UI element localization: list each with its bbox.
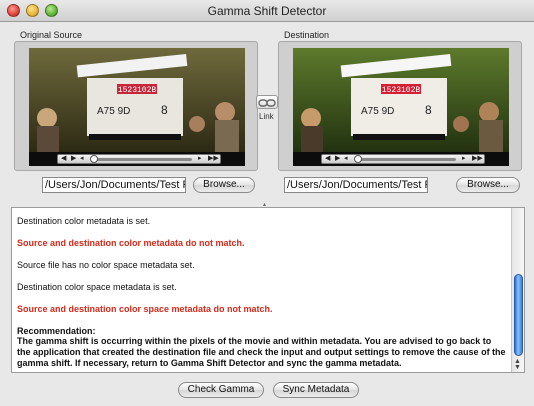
step-forward-icon[interactable]: ▸ [462,155,466,163]
results-text-area[interactable]: Destination color metadata is set. Sourc… [11,207,525,373]
result-line: Destination color metadata is set. [17,216,151,226]
fast-forward-icon[interactable]: ▶▶ [208,155,219,163]
recommendation-body: The gamma shift is occurring within the … [17,336,506,368]
scrub-knob[interactable] [90,155,98,163]
result-line: Source file has no color space metadata … [17,260,195,270]
results-content: Destination color metadata is set. Sourc… [17,216,507,369]
source-video-frame: 1523102B A75 9D 8 [29,48,245,152]
clapper-take: 8 [425,103,432,117]
source-panel: 1523102B A75 9D 8 ◀︎ ▶ ◂ ▸ ▶▶ [14,41,258,171]
source-player-controls[interactable]: ◀︎ ▶ ◂ ▸ ▶▶ [57,154,221,164]
clapper-scene: A75 9D [97,106,130,117]
volume-icon[interactable]: ◀︎ [325,155,330,163]
scrub-track[interactable] [92,158,192,161]
clapper-take: 8 [161,103,168,117]
destination-movie-player[interactable]: 1523102B A75 9D 8 ◀︎ ▶ ◂ ▸ ▶▶ [293,48,509,166]
chain-link-icon [258,99,276,107]
destination-label: Destination [284,30,330,40]
link-toggle-button[interactable] [256,95,278,109]
clapper-scene: A75 9D [361,106,394,117]
fast-forward-icon[interactable]: ▶▶ [472,155,483,163]
clapper-timecode: 1523102B [118,86,157,95]
scrollbar-thumb[interactable] [514,274,523,356]
sync-metadata-button[interactable]: Sync Metadata [273,382,359,398]
results-scrollbar[interactable]: ▲ ▼ [511,208,524,372]
step-forward-icon[interactable]: ▸ [198,155,202,163]
source-path-field[interactable]: /Users/Jon/Documents/Test Files/9 [42,177,186,193]
source-browse-button[interactable]: Browse... [193,177,255,193]
source-label: Original Source [20,30,83,40]
scroll-down-arrow-icon[interactable]: ▼ [514,364,521,371]
app-window: Gamma Shift Detector Original Source Des… [0,0,534,406]
destination-player-controls[interactable]: ◀︎ ▶ ◂ ▸ ▶▶ [321,154,485,164]
destination-browse-button[interactable]: Browse... [456,177,520,193]
play-icon[interactable]: ▶ [71,155,76,163]
destination-path-field[interactable]: /Users/Jon/Documents/Test Files/9 [284,177,428,193]
title-bar: Gamma Shift Detector [0,0,534,22]
result-line: Destination color space metadata is set. [17,282,177,292]
volume-icon[interactable]: ◀︎ [61,155,66,163]
result-line-error: Source and destination color metadata do… [17,238,245,248]
scrub-track[interactable] [356,158,456,161]
step-back-icon[interactable]: ◂ [80,155,84,163]
destination-video-frame: 1523102B A75 9D 8 [293,48,509,152]
destination-panel: 1523102B A75 9D 8 ◀︎ ▶ ◂ ▸ ▶▶ [278,41,522,171]
check-gamma-button[interactable]: Check Gamma [178,382,264,398]
result-line-error: Source and destination color space metad… [17,304,273,314]
scrub-knob[interactable] [354,155,362,163]
window-title: Gamma Shift Detector [207,4,327,18]
source-movie-player[interactable]: 1523102B A75 9D 8 ◀︎ ▶ ◂ ▸ ▶▶ [29,48,245,166]
play-icon[interactable]: ▶ [335,155,340,163]
clapper-timecode: 1523102B [382,86,421,95]
step-back-icon[interactable]: ◂ [344,155,348,163]
link-label: Link [259,112,274,121]
split-view-handle-icon[interactable]: ▴ [263,201,269,208]
recommendation-title: Recommendation: [17,326,96,336]
